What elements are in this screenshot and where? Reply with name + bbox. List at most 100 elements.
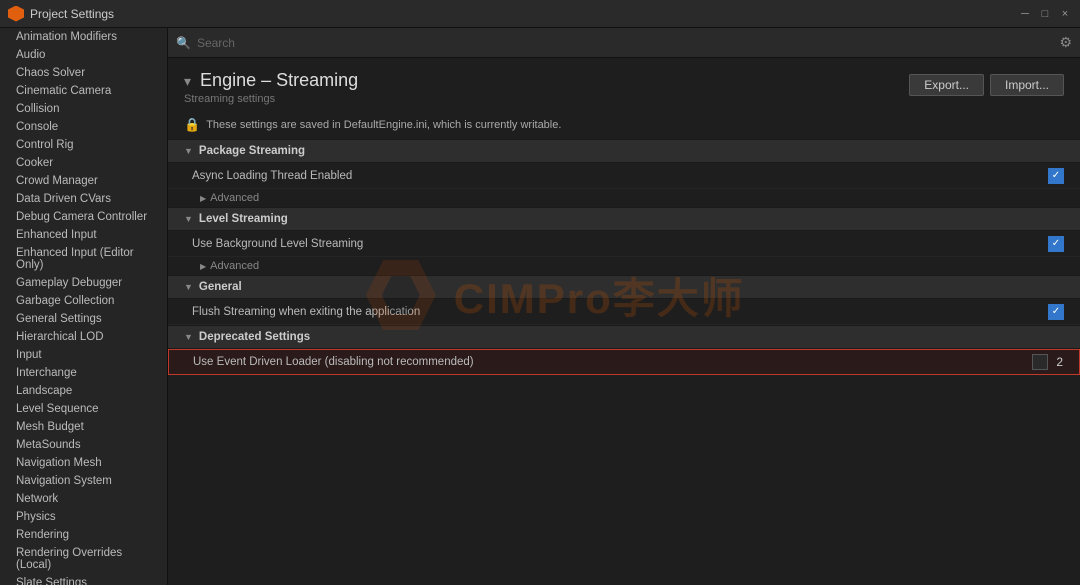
sidebar-item-landscape[interactable]: Landscape xyxy=(0,382,167,400)
sidebar-item-collision[interactable]: Collision xyxy=(0,100,167,118)
sidebar-item-general-settings[interactable]: General Settings xyxy=(0,310,167,328)
page-title-arrow: ▾ xyxy=(184,73,191,89)
sidebar-item-physics[interactable]: Physics xyxy=(0,508,167,526)
search-input[interactable] xyxy=(197,36,1053,50)
lock-icon: 🔒 xyxy=(184,117,200,133)
section-header-deprecated-settings[interactable]: ▼ Deprecated Settings xyxy=(168,325,1080,349)
advanced-label: Advanced xyxy=(210,260,259,272)
sidebar-item-crowd-manager[interactable]: Crowd Manager xyxy=(0,172,167,190)
advanced-label: Advanced xyxy=(210,192,259,204)
checkbox[interactable] xyxy=(1032,354,1048,370)
sidebar-item-cooker[interactable]: Cooker xyxy=(0,154,167,172)
sidebar-item-chaos-solver[interactable]: Chaos Solver xyxy=(0,64,167,82)
sidebar-item-rendering[interactable]: Rendering xyxy=(0,526,167,544)
advanced-arrow: ▶ xyxy=(200,194,206,203)
sidebar-item-hierarchical-lod[interactable]: Hierarchical LOD xyxy=(0,328,167,346)
sidebar-item-label: Chaos Solver xyxy=(16,67,85,79)
sidebar-item-enhanced-input[interactable]: Enhanced Input xyxy=(0,226,167,244)
content-wrapper: CIMPro李大师 ▾ Engine – Streaming Streaming… xyxy=(168,58,1080,585)
title-bar: Project Settings ─ □ × xyxy=(0,0,1080,28)
export-button[interactable]: Export... xyxy=(909,74,984,96)
sidebar-item-cinematic-camera[interactable]: Cinematic Camera xyxy=(0,82,167,100)
sidebar-item-label: Gameplay Debugger xyxy=(16,277,122,289)
checkbox[interactable] xyxy=(1048,304,1064,320)
setting-value xyxy=(1048,304,1064,320)
minimize-button[interactable]: ─ xyxy=(1018,7,1032,21)
sidebar-item-audio[interactable]: Audio xyxy=(0,46,167,64)
setting-row: Use Event Driven Loader (disabling not r… xyxy=(168,349,1080,375)
sidebar-item-console[interactable]: Console xyxy=(0,118,167,136)
sidebar-item-label: Control Rig xyxy=(16,139,74,151)
sidebar-item-label: Data Driven CVars xyxy=(16,193,111,205)
sidebar-item-navigation-mesh[interactable]: Navigation Mesh xyxy=(0,454,167,472)
sidebar-item-data-driven-cvars[interactable]: Data Driven CVars xyxy=(0,190,167,208)
section-title: General xyxy=(199,281,242,293)
sidebar-item-label: Rendering xyxy=(16,529,69,541)
section-title: Deprecated Settings xyxy=(199,331,310,343)
sidebar-item-rendering-overrides[interactable]: Rendering Overrides (Local) xyxy=(0,544,167,574)
page-title: ▾ Engine – Streaming xyxy=(184,70,358,91)
sidebar-item-label: Rendering Overrides (Local) xyxy=(16,547,157,571)
sidebar-item-debug-camera-controller[interactable]: Debug Camera Controller xyxy=(0,208,167,226)
info-banner: 🔒 These settings are saved in DefaultEng… xyxy=(168,111,1080,139)
section-arrow: ▼ xyxy=(184,146,193,156)
sidebar-item-label: Console xyxy=(16,121,58,133)
search-icon: 🔍 xyxy=(176,36,191,50)
sidebar-item-gameplay-debugger[interactable]: Gameplay Debugger xyxy=(0,274,167,292)
page-subtitle: Streaming settings xyxy=(184,93,358,105)
section-deprecated-settings: ▼ Deprecated Settings Use Event Driven Loa… xyxy=(168,325,1080,375)
section-arrow: ▼ xyxy=(184,214,193,224)
setting-value xyxy=(1048,236,1064,252)
sidebar-item-label: Cooker xyxy=(16,157,53,169)
import-button[interactable]: Import... xyxy=(990,74,1064,96)
sidebar-item-input[interactable]: Input xyxy=(0,346,167,364)
deprecated-badge: 2 xyxy=(1056,355,1063,369)
sidebar-item-label: Navigation System xyxy=(16,475,112,487)
section-header-general[interactable]: ▼ General xyxy=(168,275,1080,299)
sidebar-item-animation-modifiers[interactable]: Animation Modifiers xyxy=(0,28,167,46)
checkbox[interactable] xyxy=(1048,168,1064,184)
maximize-button[interactable]: □ xyxy=(1038,7,1052,21)
sidebar-item-navigation-system[interactable]: Navigation System xyxy=(0,472,167,490)
advanced-row[interactable]: ▶ Advanced xyxy=(168,189,1080,207)
sidebar-item-label: Physics xyxy=(16,511,56,523)
sidebar-item-label: Collision xyxy=(16,103,59,115)
setting-row: Flush Streaming when exiting the applica… xyxy=(168,299,1080,325)
section-header-level-streaming[interactable]: ▼ Level Streaming xyxy=(168,207,1080,231)
sidebar-item-garbage-collection[interactable]: Garbage Collection xyxy=(0,292,167,310)
sidebar-item-label: Enhanced Input xyxy=(16,229,97,241)
gear-button[interactable]: ⚙ xyxy=(1059,34,1072,51)
sidebar-item-control-rig[interactable]: Control Rig xyxy=(0,136,167,154)
section-package-streaming: ▼Package StreamingAsync Loading Thread E… xyxy=(168,139,1080,207)
sidebar-item-label: Crowd Manager xyxy=(16,175,98,187)
setting-label: Flush Streaming when exiting the applica… xyxy=(192,306,1048,318)
advanced-row[interactable]: ▶Advanced xyxy=(168,257,1080,275)
page-title-text: Engine – Streaming xyxy=(200,70,358,90)
sidebar-item-label: Debug Camera Controller xyxy=(16,211,147,223)
section-arrow: ▼ xyxy=(184,332,193,342)
sidebar-item-mesh-budget[interactable]: Mesh Budget xyxy=(0,418,167,436)
page-header-actions: Export... Import... xyxy=(909,74,1064,96)
sidebar-item-network[interactable]: Network xyxy=(0,490,167,508)
sidebar-item-metasounds[interactable]: MetaSounds xyxy=(0,436,167,454)
info-banner-text: These settings are saved in DefaultEngin… xyxy=(206,119,561,131)
search-bar: 🔍 ⚙ xyxy=(168,28,1080,58)
sidebar-item-label: Navigation Mesh xyxy=(16,457,102,469)
section-header-package-streaming[interactable]: ▼Package Streaming xyxy=(168,139,1080,163)
sidebar-item-enhanced-input-editor[interactable]: Enhanced Input (Editor Only) xyxy=(0,244,167,274)
sidebar-item-interchange[interactable]: Interchange xyxy=(0,364,167,382)
close-button[interactable]: × xyxy=(1058,7,1072,21)
section-arrow: ▼ xyxy=(184,282,193,292)
setting-row: Async Loading Thread Enabled xyxy=(168,163,1080,189)
section-title: Level Streaming xyxy=(199,213,288,225)
sidebar: Animation Modifiers Audio Chaos Solver Cine… xyxy=(0,28,168,585)
sidebar-item-slate-settings[interactable]: Slate Settings xyxy=(0,574,167,585)
sidebar-item-label: Audio xyxy=(16,49,45,61)
setting-value xyxy=(1048,168,1064,184)
checkbox[interactable] xyxy=(1048,236,1064,252)
sidebar-item-label: Animation Modifiers xyxy=(16,31,117,43)
sidebar-item-level-sequence[interactable]: Level Sequence xyxy=(0,400,167,418)
content-area: 🔍 ⚙ CIMPro李大师 ▾ Engine – S xyxy=(168,28,1080,585)
sidebar-item-label: Input xyxy=(16,349,42,361)
app-icon xyxy=(8,6,24,22)
